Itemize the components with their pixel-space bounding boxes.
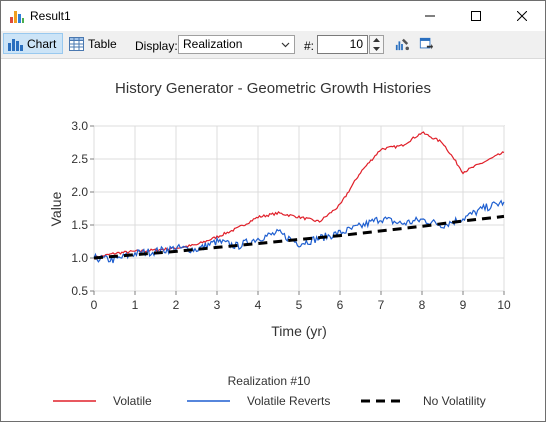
x-tick-label: 5 (296, 298, 303, 312)
spin-down-button[interactable] (370, 45, 383, 53)
spin-up-button[interactable] (370, 36, 383, 44)
table-icon (69, 36, 84, 51)
y-tick-label: 1.0 (71, 251, 88, 265)
close-icon (517, 11, 527, 21)
chart-view-button[interactable]: Chart (3, 33, 63, 54)
x-tick-label: 1 (132, 298, 139, 312)
title-bar: Result1 (1, 1, 545, 31)
y-tick-label: 3.0 (71, 119, 88, 133)
x-tick-label: 8 (419, 298, 426, 312)
legend-label-no-volatility: No Volatility (423, 394, 486, 408)
legend-label-volatile: Volatile (113, 394, 152, 408)
y-tick-label: 0.5 (71, 284, 88, 298)
chart-area: History Generator - Geometric Growth His… (1, 59, 545, 421)
table-view-button[interactable]: Table (65, 33, 121, 54)
chart-app-icon (10, 11, 24, 23)
export-window-icon (419, 37, 433, 49)
realization-number-label: #: (304, 39, 315, 53)
display-select-value: Realization (183, 37, 243, 51)
window-title: Result1 (30, 9, 71, 23)
display-label: Display: (135, 39, 178, 53)
chart-properties-icon (395, 38, 409, 50)
chart: History Generator - Geometric Growth His… (48, 80, 511, 408)
legend-label-volatile-reverts: Volatile Reverts (247, 394, 330, 408)
chart-properties-button[interactable] (391, 33, 413, 54)
minimize-icon (425, 15, 435, 17)
x-axis-label: Time (yr) (271, 323, 326, 339)
x-tick-label: 9 (460, 298, 467, 312)
legend-title: Realization #10 (228, 374, 311, 388)
y-tick-label: 2.5 (71, 152, 88, 166)
spin-up-icon (373, 38, 380, 42)
maximize-button[interactable] (453, 1, 499, 31)
close-button[interactable] (499, 1, 545, 31)
maximize-icon (471, 11, 481, 21)
minimize-button[interactable] (407, 1, 453, 31)
y-axis-label: Value (48, 191, 64, 226)
x-tick-label: 4 (255, 298, 262, 312)
y-tick-label: 2.0 (71, 185, 88, 199)
chart-title: History Generator - Geometric Growth His… (115, 80, 431, 97)
table-view-label: Table (88, 36, 117, 51)
chart-view-label: Chart (27, 36, 57, 51)
export-button[interactable] (415, 33, 437, 54)
chevron-down-icon (281, 42, 290, 48)
y-tick-label: 1.5 (71, 218, 88, 232)
x-tick-label: 7 (378, 298, 385, 312)
toolbar: Chart Table Display: Realization #: 10 (1, 31, 545, 59)
realization-spinner (369, 35, 384, 54)
bar-chart-icon (8, 38, 23, 51)
legend: Volatile Volatile Reverts No Volatility (53, 394, 486, 408)
result-window: Result1 Chart Table Display: Realization… (0, 0, 546, 422)
x-tick-label: 6 (337, 298, 344, 312)
realization-number-input[interactable]: 10 (317, 35, 368, 54)
display-select[interactable]: Realization (178, 35, 295, 54)
x-tick-label: 2 (173, 298, 180, 312)
x-tick-label: 0 (91, 298, 98, 312)
x-tick-label: 10 (497, 298, 511, 312)
spin-down-icon (373, 47, 380, 51)
x-tick-label: 3 (214, 298, 221, 312)
